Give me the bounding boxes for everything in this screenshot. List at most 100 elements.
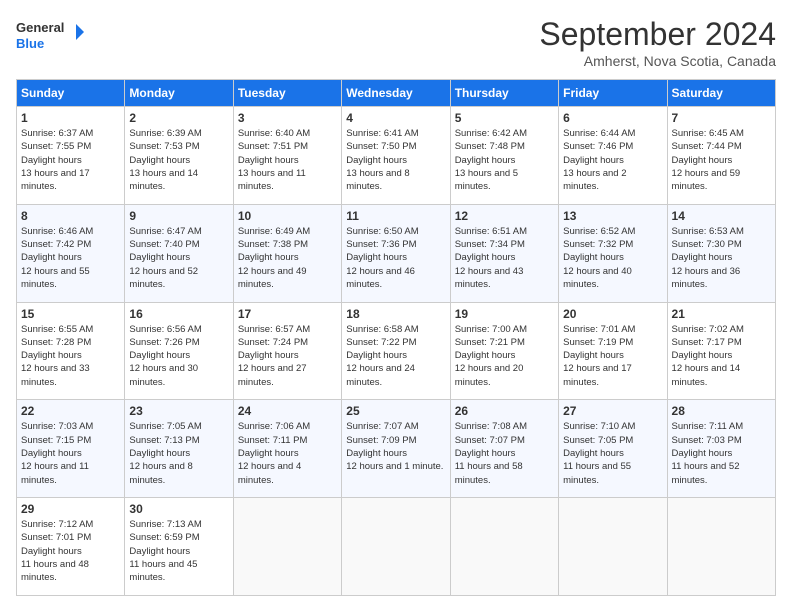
day-number: 21 <box>672 307 771 321</box>
day-number: 11 <box>346 209 445 223</box>
calendar-week-3: 15 Sunrise: 6:55 AM Sunset: 7:28 PM Dayl… <box>17 302 776 400</box>
table-row: 10 Sunrise: 6:49 AM Sunset: 7:38 PM Dayl… <box>233 204 341 302</box>
day-number: 19 <box>455 307 554 321</box>
day-info: Sunrise: 6:40 AM Sunset: 7:51 PM Dayligh… <box>238 127 337 193</box>
table-row: 27 Sunrise: 7:10 AM Sunset: 7:05 PM Dayl… <box>559 400 667 498</box>
table-row <box>559 498 667 596</box>
calendar-week-2: 8 Sunrise: 6:46 AM Sunset: 7:42 PM Dayli… <box>17 204 776 302</box>
day-info: Sunrise: 6:53 AM Sunset: 7:30 PM Dayligh… <box>672 225 771 291</box>
table-row: 21 Sunrise: 7:02 AM Sunset: 7:17 PM Dayl… <box>667 302 775 400</box>
table-row: 3 Sunrise: 6:40 AM Sunset: 7:51 PM Dayli… <box>233 107 341 205</box>
day-info: Sunrise: 7:12 AM Sunset: 7:01 PM Dayligh… <box>21 518 120 584</box>
table-row: 18 Sunrise: 6:58 AM Sunset: 7:22 PM Dayl… <box>342 302 450 400</box>
table-row: 29 Sunrise: 7:12 AM Sunset: 7:01 PM Dayl… <box>17 498 125 596</box>
day-info: Sunrise: 6:50 AM Sunset: 7:36 PM Dayligh… <box>346 225 445 291</box>
day-info: Sunrise: 7:02 AM Sunset: 7:17 PM Dayligh… <box>672 323 771 389</box>
col-wednesday: Wednesday <box>342 80 450 107</box>
calendar-week-1: 1 Sunrise: 6:37 AM Sunset: 7:55 PM Dayli… <box>17 107 776 205</box>
day-number: 20 <box>563 307 662 321</box>
table-row: 22 Sunrise: 7:03 AM Sunset: 7:15 PM Dayl… <box>17 400 125 498</box>
location-title: Amherst, Nova Scotia, Canada <box>539 53 776 69</box>
col-friday: Friday <box>559 80 667 107</box>
day-info: Sunrise: 7:07 AM Sunset: 7:09 PM Dayligh… <box>346 420 445 473</box>
day-number: 8 <box>21 209 120 223</box>
day-number: 16 <box>129 307 228 321</box>
day-number: 18 <box>346 307 445 321</box>
day-number: 6 <box>563 111 662 125</box>
day-info: Sunrise: 6:51 AM Sunset: 7:34 PM Dayligh… <box>455 225 554 291</box>
table-row: 26 Sunrise: 7:08 AM Sunset: 7:07 PM Dayl… <box>450 400 558 498</box>
svg-text:Blue: Blue <box>16 36 44 51</box>
table-row: 15 Sunrise: 6:55 AM Sunset: 7:28 PM Dayl… <box>17 302 125 400</box>
col-tuesday: Tuesday <box>233 80 341 107</box>
table-row: 13 Sunrise: 6:52 AM Sunset: 7:32 PM Dayl… <box>559 204 667 302</box>
calendar-header-row: Sunday Monday Tuesday Wednesday Thursday… <box>17 80 776 107</box>
day-number: 28 <box>672 404 771 418</box>
day-info: Sunrise: 6:42 AM Sunset: 7:48 PM Dayligh… <box>455 127 554 193</box>
day-number: 27 <box>563 404 662 418</box>
table-row: 12 Sunrise: 6:51 AM Sunset: 7:34 PM Dayl… <box>450 204 558 302</box>
day-info: Sunrise: 7:03 AM Sunset: 7:15 PM Dayligh… <box>21 420 120 486</box>
table-row: 16 Sunrise: 6:56 AM Sunset: 7:26 PM Dayl… <box>125 302 233 400</box>
day-info: Sunrise: 6:55 AM Sunset: 7:28 PM Dayligh… <box>21 323 120 389</box>
day-info: Sunrise: 7:06 AM Sunset: 7:11 PM Dayligh… <box>238 420 337 486</box>
table-row: 2 Sunrise: 6:39 AM Sunset: 7:53 PM Dayli… <box>125 107 233 205</box>
table-row <box>667 498 775 596</box>
day-info: Sunrise: 6:45 AM Sunset: 7:44 PM Dayligh… <box>672 127 771 193</box>
table-row: 7 Sunrise: 6:45 AM Sunset: 7:44 PM Dayli… <box>667 107 775 205</box>
day-number: 24 <box>238 404 337 418</box>
title-block: September 2024 Amherst, Nova Scotia, Can… <box>539 16 776 69</box>
table-row: 25 Sunrise: 7:07 AM Sunset: 7:09 PM Dayl… <box>342 400 450 498</box>
day-number: 17 <box>238 307 337 321</box>
day-info: Sunrise: 6:39 AM Sunset: 7:53 PM Dayligh… <box>129 127 228 193</box>
day-info: Sunrise: 6:47 AM Sunset: 7:40 PM Dayligh… <box>129 225 228 291</box>
day-number: 9 <box>129 209 228 223</box>
day-number: 4 <box>346 111 445 125</box>
table-row: 14 Sunrise: 6:53 AM Sunset: 7:30 PM Dayl… <box>667 204 775 302</box>
table-row: 28 Sunrise: 7:11 AM Sunset: 7:03 PM Dayl… <box>667 400 775 498</box>
day-number: 2 <box>129 111 228 125</box>
table-row <box>342 498 450 596</box>
table-row: 6 Sunrise: 6:44 AM Sunset: 7:46 PM Dayli… <box>559 107 667 205</box>
day-info: Sunrise: 7:11 AM Sunset: 7:03 PM Dayligh… <box>672 420 771 486</box>
col-thursday: Thursday <box>450 80 558 107</box>
day-info: Sunrise: 7:13 AM Sunset: 6:59 PM Dayligh… <box>129 518 228 584</box>
day-number: 10 <box>238 209 337 223</box>
page: General Blue September 2024 Amherst, Nov… <box>0 0 792 612</box>
day-number: 30 <box>129 502 228 516</box>
logo: General Blue <box>16 16 86 56</box>
table-row: 5 Sunrise: 6:42 AM Sunset: 7:48 PM Dayli… <box>450 107 558 205</box>
day-info: Sunrise: 7:01 AM Sunset: 7:19 PM Dayligh… <box>563 323 662 389</box>
day-info: Sunrise: 6:37 AM Sunset: 7:55 PM Dayligh… <box>21 127 120 193</box>
day-info: Sunrise: 7:10 AM Sunset: 7:05 PM Dayligh… <box>563 420 662 486</box>
day-number: 13 <box>563 209 662 223</box>
day-info: Sunrise: 7:00 AM Sunset: 7:21 PM Dayligh… <box>455 323 554 389</box>
day-number: 3 <box>238 111 337 125</box>
day-info: Sunrise: 6:41 AM Sunset: 7:50 PM Dayligh… <box>346 127 445 193</box>
day-number: 23 <box>129 404 228 418</box>
day-number: 25 <box>346 404 445 418</box>
table-row: 19 Sunrise: 7:00 AM Sunset: 7:21 PM Dayl… <box>450 302 558 400</box>
table-row: 1 Sunrise: 6:37 AM Sunset: 7:55 PM Dayli… <box>17 107 125 205</box>
day-number: 1 <box>21 111 120 125</box>
col-monday: Monday <box>125 80 233 107</box>
calendar-week-5: 29 Sunrise: 7:12 AM Sunset: 7:01 PM Dayl… <box>17 498 776 596</box>
day-info: Sunrise: 7:05 AM Sunset: 7:13 PM Dayligh… <box>129 420 228 486</box>
day-info: Sunrise: 6:57 AM Sunset: 7:24 PM Dayligh… <box>238 323 337 389</box>
col-saturday: Saturday <box>667 80 775 107</box>
day-info: Sunrise: 6:46 AM Sunset: 7:42 PM Dayligh… <box>21 225 120 291</box>
day-number: 29 <box>21 502 120 516</box>
table-row <box>233 498 341 596</box>
table-row: 20 Sunrise: 7:01 AM Sunset: 7:19 PM Dayl… <box>559 302 667 400</box>
table-row: 4 Sunrise: 6:41 AM Sunset: 7:50 PM Dayli… <box>342 107 450 205</box>
day-info: Sunrise: 6:49 AM Sunset: 7:38 PM Dayligh… <box>238 225 337 291</box>
day-number: 7 <box>672 111 771 125</box>
table-row <box>450 498 558 596</box>
table-row: 9 Sunrise: 6:47 AM Sunset: 7:40 PM Dayli… <box>125 204 233 302</box>
table-row: 17 Sunrise: 6:57 AM Sunset: 7:24 PM Dayl… <box>233 302 341 400</box>
table-row: 23 Sunrise: 7:05 AM Sunset: 7:13 PM Dayl… <box>125 400 233 498</box>
table-row: 24 Sunrise: 7:06 AM Sunset: 7:11 PM Dayl… <box>233 400 341 498</box>
calendar-table: Sunday Monday Tuesday Wednesday Thursday… <box>16 79 776 596</box>
day-number: 14 <box>672 209 771 223</box>
day-info: Sunrise: 6:52 AM Sunset: 7:32 PM Dayligh… <box>563 225 662 291</box>
